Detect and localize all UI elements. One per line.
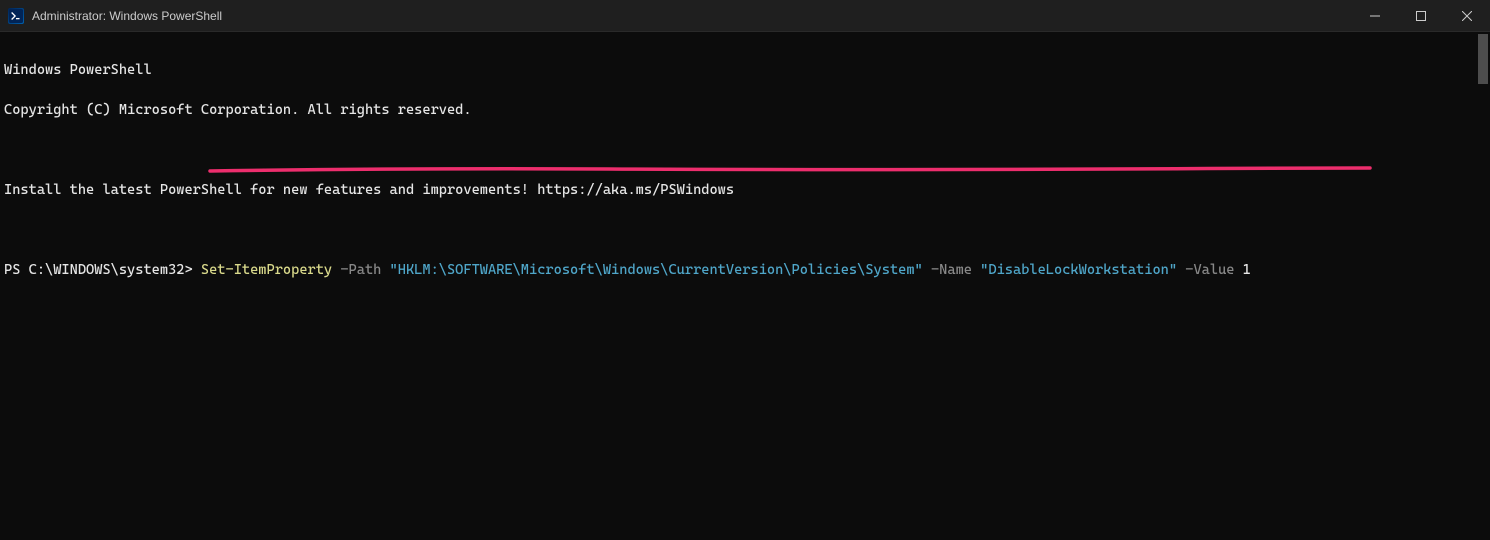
titlebar: Administrator: Windows PowerShell	[0, 0, 1490, 32]
close-button[interactable]	[1444, 0, 1490, 32]
string-path: "HKLM:\SOFTWARE\Microsoft\Windows\Curren…	[390, 262, 923, 278]
window-title: Administrator: Windows PowerShell	[32, 9, 222, 23]
terminal-command-line: PS C:\WINDOWS\system32> Set-ItemProperty…	[4, 260, 1486, 280]
powershell-icon	[8, 8, 24, 24]
terminal-line: Install the latest PowerShell for new fe…	[4, 180, 1486, 200]
param-name: -Name	[931, 262, 972, 278]
titlebar-left: Administrator: Windows PowerShell	[8, 8, 222, 24]
vertical-scrollbar[interactable]	[1476, 32, 1490, 540]
terminal-blank-line	[4, 220, 1486, 240]
window-controls	[1352, 0, 1490, 31]
scrollbar-thumb[interactable]	[1478, 34, 1488, 84]
terminal-blank-line	[4, 140, 1486, 160]
value-literal: 1	[1243, 262, 1251, 278]
param-value: -Value	[1185, 262, 1234, 278]
terminal-line: Windows PowerShell	[4, 60, 1486, 80]
maximize-button[interactable]	[1398, 0, 1444, 32]
cmdlet-name: Set-ItemProperty	[201, 262, 332, 278]
terminal-line: Copyright (C) Microsoft Corporation. All…	[4, 100, 1486, 120]
param-path: -Path	[340, 262, 381, 278]
prompt: PS C:\WINDOWS\system32>	[4, 262, 201, 278]
minimize-button[interactable]	[1352, 0, 1398, 32]
string-name: "DisableLockWorkstation"	[980, 262, 1177, 278]
terminal-output[interactable]: Windows PowerShell Copyright (C) Microso…	[0, 32, 1490, 308]
